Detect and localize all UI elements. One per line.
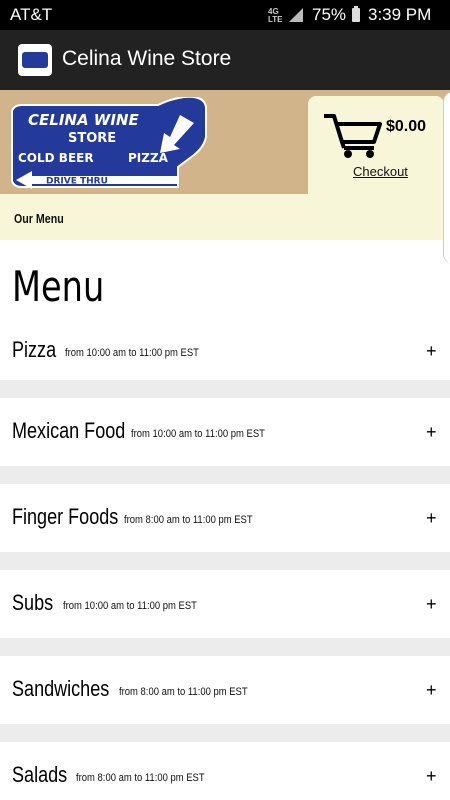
- menu-category-mexican-food[interactable]: Mexican Food from 10:00 am to 11:00 pm E…: [0, 380, 450, 466]
- battery-icon: [352, 6, 360, 22]
- menu-category-finger-foods[interactable]: Finger Foods from 8:00 am to 11:00 pm ES…: [0, 466, 450, 552]
- logo-line3-right: PIZZA: [128, 151, 169, 165]
- category-hours: from 10:00 am to 11:00 pm EST: [65, 347, 199, 359]
- category-name: Salads: [12, 762, 68, 787]
- menu-heading: Menu: [12, 262, 105, 311]
- category-name: Mexican Food: [12, 418, 126, 443]
- expand-icon[interactable]: +: [426, 594, 437, 615]
- app-title: Celina Wine Store: [62, 47, 232, 70]
- store-header: CELINA WINE STORE COLD BEER PIZZA DRIVE …: [0, 90, 450, 240]
- menu-category-pizza[interactable]: Pizza from 10:00 am to 11:00 pm EST +: [0, 317, 450, 380]
- app-bar: Celina Wine Store: [0, 30, 450, 90]
- category-name: Pizza: [12, 337, 57, 362]
- signal-icon: [289, 8, 303, 22]
- logo-line4: DRIVE THRU: [46, 177, 108, 187]
- menu-category-sandwiches[interactable]: Sandwiches from 8:00 am to 11:00 pm EST …: [0, 638, 450, 724]
- shopping-cart-icon[interactable]: [322, 112, 382, 160]
- carrier-label: AT&T: [10, 5, 53, 24]
- logo-line3-left: COLD BEER: [18, 151, 94, 165]
- expand-icon[interactable]: +: [426, 680, 437, 701]
- category-hours: from 10:00 am to 11:00 pm EST: [131, 428, 265, 440]
- category-hours: from 8:00 am to 11:00 pm EST: [76, 772, 205, 784]
- category-hours: from 8:00 am to 11:00 pm EST: [124, 514, 253, 526]
- store-logo[interactable]: CELINA WINE STORE COLD BEER PIZZA DRIVE …: [8, 97, 208, 189]
- expand-icon[interactable]: +: [426, 508, 437, 529]
- clock: 3:39 PM: [368, 5, 432, 24]
- lte-icon: 4G LTE: [268, 7, 283, 24]
- category-hours: from 10:00 am to 11:00 pm EST: [63, 600, 197, 612]
- logo-line2: STORE: [68, 131, 116, 146]
- category-name: Subs: [12, 590, 54, 615]
- expand-icon[interactable]: +: [426, 422, 437, 443]
- expand-icon[interactable]: +: [426, 766, 437, 787]
- side-drawer-handle[interactable]: [443, 92, 450, 264]
- expand-icon[interactable]: +: [426, 341, 437, 362]
- category-name: Sandwiches: [12, 676, 110, 701]
- menu-subbar: [0, 194, 450, 240]
- category-hours: from 8:00 am to 11:00 pm EST: [119, 686, 248, 698]
- menu-content: Menu Pizza from 10:00 am to 11:00 pm EST…: [0, 240, 450, 800]
- our-menu-link[interactable]: Our Menu: [14, 211, 64, 226]
- menu-category-salads[interactable]: Salads from 8:00 am to 11:00 pm EST +: [0, 724, 450, 800]
- app-logo-icon: [18, 44, 52, 76]
- logo-line1: CELINA WINE: [28, 111, 139, 129]
- cart-total: $0.00: [386, 118, 427, 135]
- status-bar: AT&T 4G LTE 75% 3:39 PM: [0, 0, 450, 30]
- menu-category-subs[interactable]: Subs from 10:00 am to 11:00 pm EST +: [0, 552, 450, 638]
- battery-percent: 75%: [312, 5, 347, 24]
- category-name: Finger Foods: [12, 504, 119, 529]
- checkout-link[interactable]: Checkout: [353, 164, 408, 179]
